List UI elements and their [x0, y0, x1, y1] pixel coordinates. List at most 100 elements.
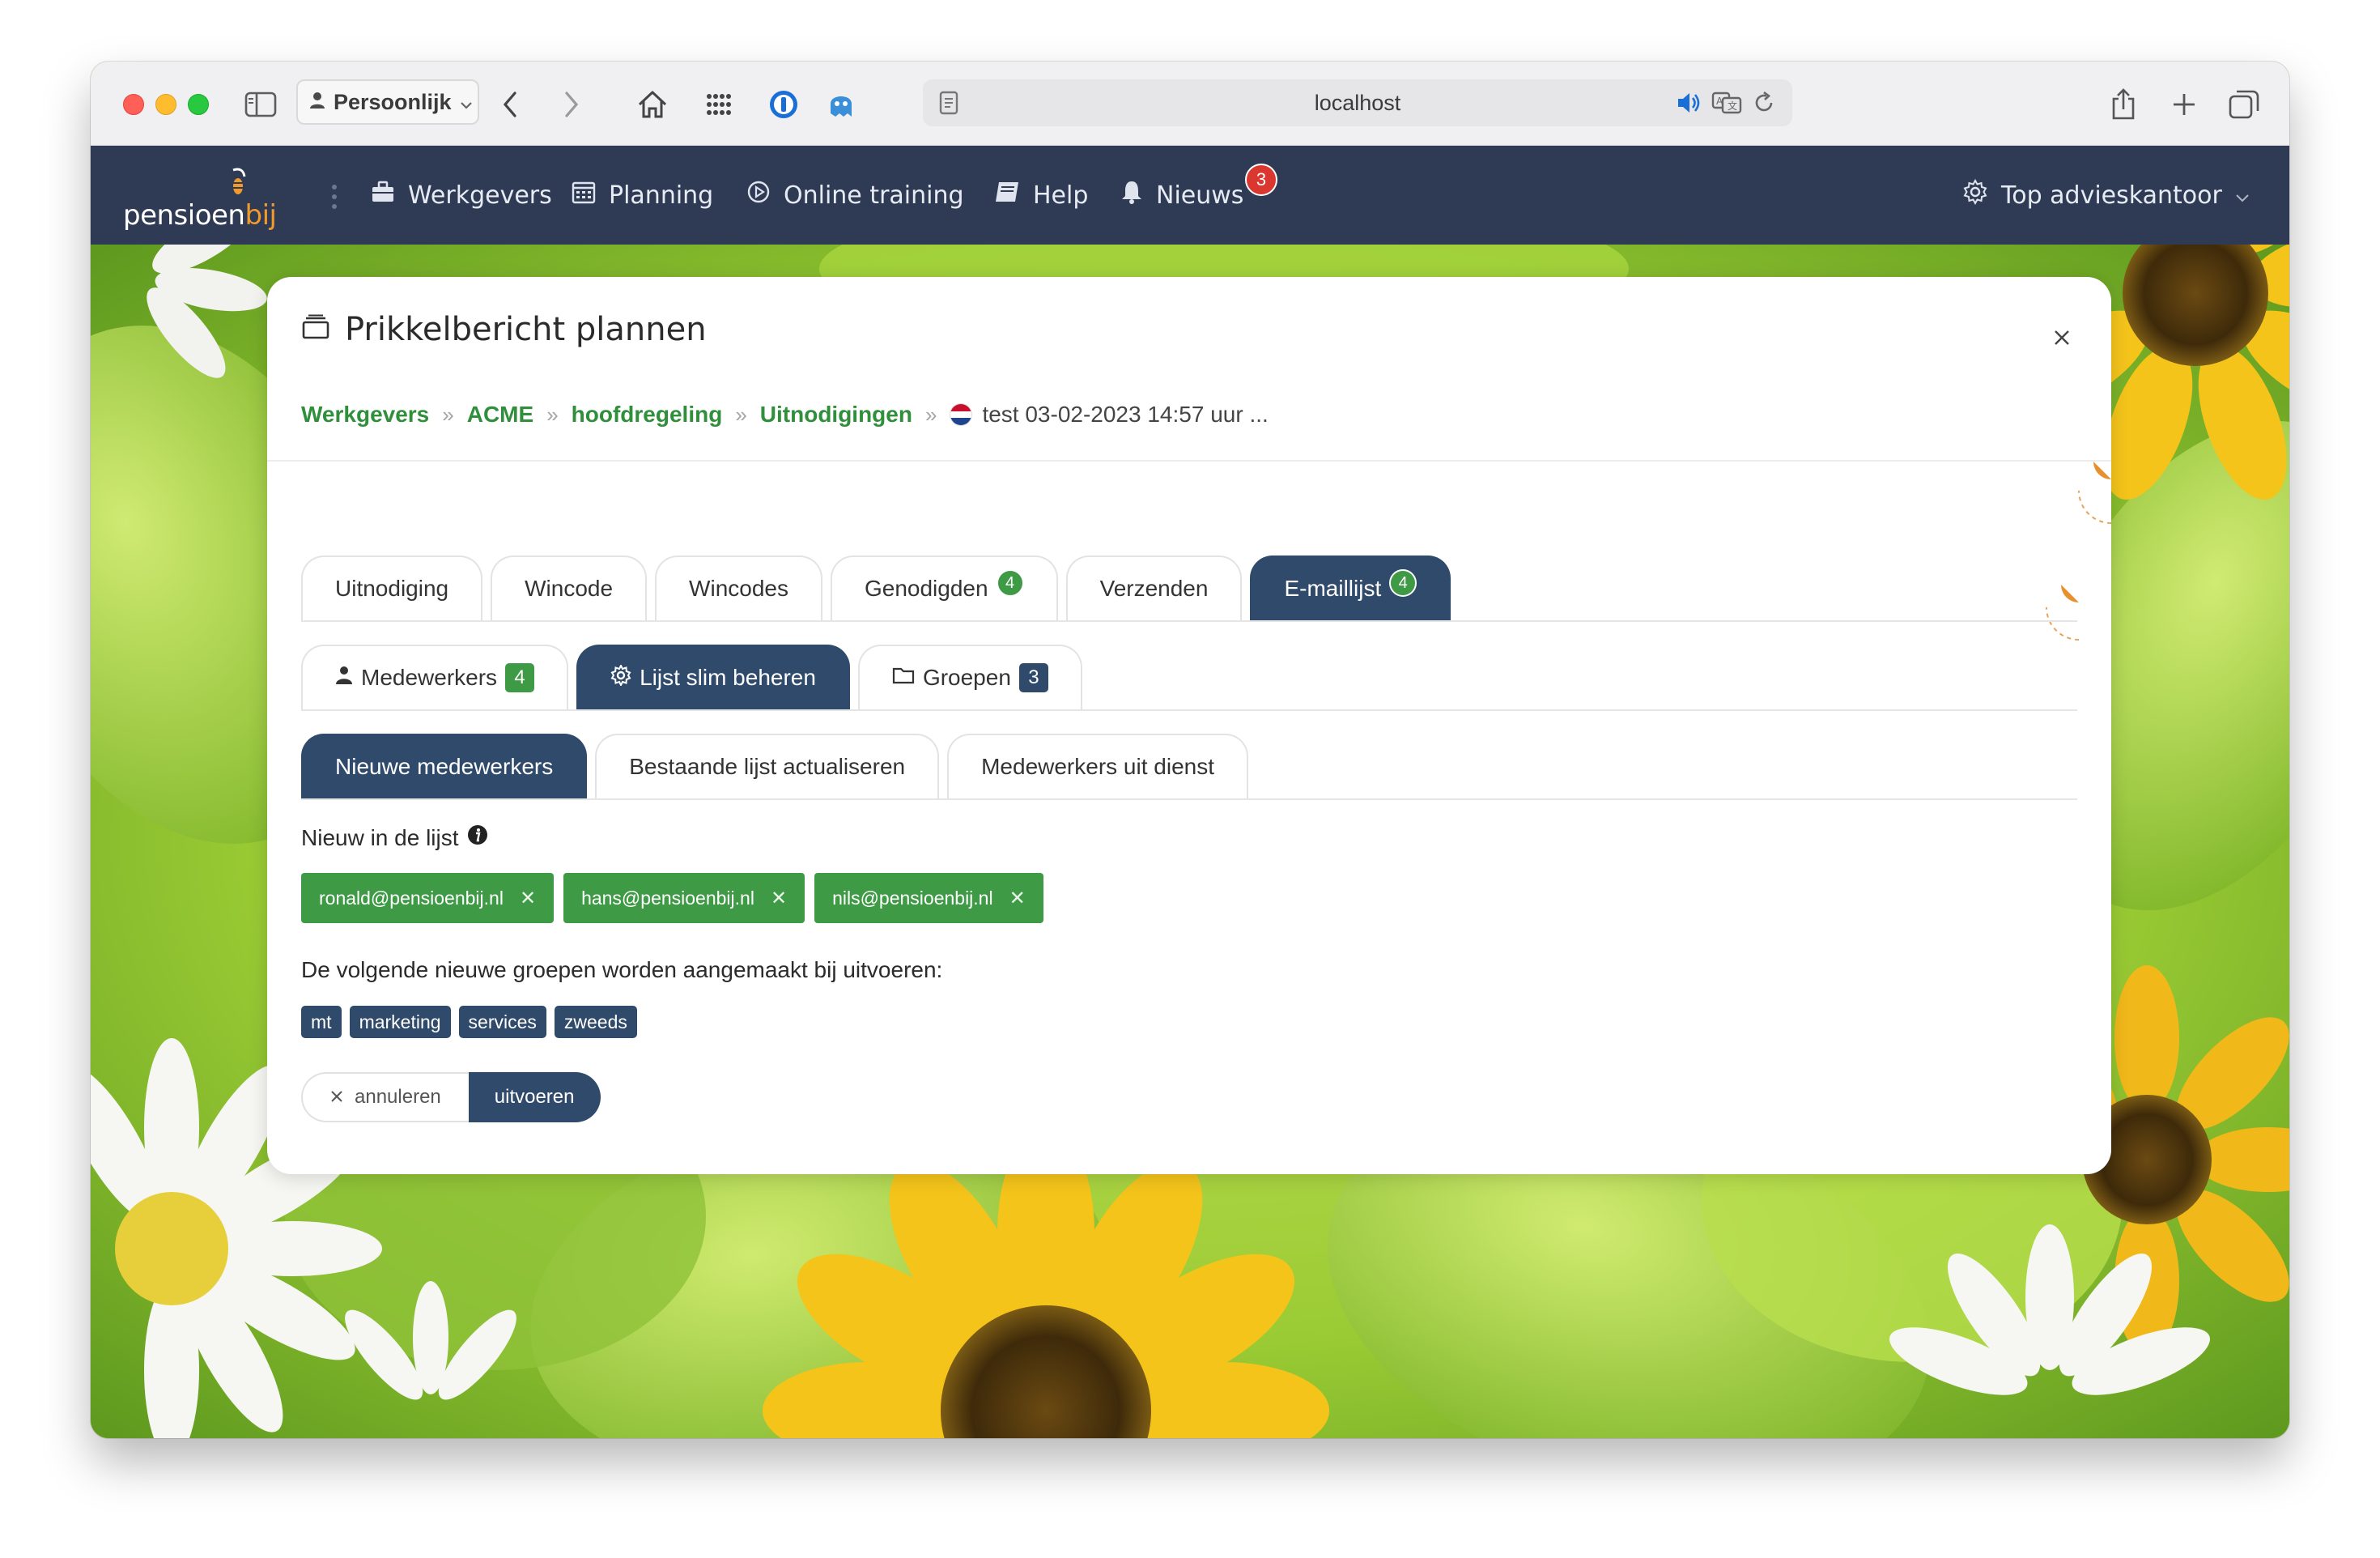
cancel-label: annuleren	[355, 1086, 441, 1108]
ghost-extension-icon[interactable]	[827, 83, 855, 126]
tab-label: Medewerkers uit dienst	[981, 754, 1214, 779]
new-groups-label: De volgende nieuwe groepen worden aangem…	[301, 957, 943, 982]
home-icon[interactable]	[636, 83, 669, 126]
nav-label: Online training	[784, 181, 964, 210]
breadcrumb-werkgevers[interactable]: Werkgevers	[301, 402, 429, 428]
close-icon	[330, 1086, 343, 1109]
close-icon[interactable]	[2048, 324, 2076, 351]
new-in-list-label: Nieuw in de lijst	[301, 824, 488, 851]
remove-icon[interactable]: ✕	[520, 887, 536, 910]
tab-label: Groepen	[922, 665, 1011, 690]
svg-text:文: 文	[1728, 100, 1737, 112]
profile-selector[interactable]: Persoonlijk	[296, 79, 479, 125]
tab-label: Verzenden	[1099, 576, 1209, 601]
header-divider	[267, 460, 2111, 462]
tab-nieuwe-medewerkers[interactable]: Nieuwe medewerkers	[301, 734, 588, 798]
tab-groepen[interactable]: Groepen 3	[857, 645, 1082, 709]
address-bar[interactable]: localhost A文	[923, 79, 1792, 126]
new-in-list-text: Nieuw in de lijst	[301, 824, 459, 850]
drag-handle-icon[interactable]	[330, 183, 338, 215]
group-tag: services	[458, 1006, 546, 1038]
tab-medewerkers-uit-dienst[interactable]: Medewerkers uit dienst	[947, 734, 1248, 798]
speaker-icon[interactable]	[1676, 91, 1702, 121]
tab-lijst-slim-beheren[interactable]: Lijst slim beheren	[576, 645, 850, 709]
execute-label: uitvoeren	[494, 1086, 575, 1108]
nav-werkgevers[interactable]: Werkgevers	[371, 146, 552, 245]
browser-toolbar: Persoonlijk localhost A 文	[91, 62, 2289, 146]
breadcrumb: Werkgevers » ACME » hoofdregeling » Uitn…	[301, 402, 1269, 428]
remove-icon[interactable]: ✕	[1009, 887, 1026, 910]
remove-icon[interactable]: ✕	[771, 887, 787, 910]
modal-title-text: Prikkelbericht plannen	[345, 311, 707, 348]
logo-text: pensioenbij	[123, 199, 277, 232]
action-buttons: annuleren uitvoeren	[301, 1072, 601, 1122]
reload-icon[interactable]	[1752, 91, 1776, 121]
nav-label: Werkgevers	[408, 181, 552, 210]
tab-label: Bestaande lijst actualiseren	[629, 754, 906, 779]
tab-genodigden[interactable]: Genodigden 4	[830, 556, 1058, 620]
tab-bestaande-lijst-actualiseren[interactable]: Bestaande lijst actualiseren	[595, 734, 940, 798]
sub-tabs: Medewerkers 4 Lijst slim beheren Groepen…	[301, 645, 1082, 709]
bell-icon	[1120, 180, 1143, 211]
tab-uitnodiging[interactable]: Uitnodiging	[301, 556, 483, 620]
nav-nieuws[interactable]: Nieuws	[1120, 146, 1243, 245]
cancel-button[interactable]: annuleren	[301, 1072, 469, 1122]
calendar-icon	[572, 180, 596, 211]
new-tab-icon[interactable]	[2171, 83, 2197, 126]
chevron-down-icon	[460, 90, 473, 115]
tab-overview-icon[interactable]	[2228, 83, 2260, 126]
breadcrumb-hoofdregeling[interactable]: hoofdregeling	[572, 402, 723, 428]
breadcrumb-uitnodigingen[interactable]: Uitnodigingen	[760, 402, 912, 428]
app-header: pensioenbij Werkgevers Planning Online t…	[91, 146, 2289, 245]
execute-button[interactable]: uitvoeren	[468, 1072, 601, 1122]
dutch-flag-icon	[950, 403, 973, 426]
url-text: localhost	[1314, 90, 1401, 115]
tab-label: E-maillijst	[1284, 576, 1382, 601]
group-tag: marketing	[349, 1006, 451, 1038]
group-tag: mt	[301, 1006, 342, 1038]
minimize-window-button[interactable]	[155, 94, 176, 115]
loading-ring-icon	[2046, 585, 2079, 641]
close-window-button[interactable]	[123, 94, 144, 115]
browser-window: Persoonlijk localhost A 文 pensioenbij We…	[91, 62, 2289, 1438]
breadcrumb-acme[interactable]: ACME	[467, 402, 533, 428]
play-circle-icon	[746, 180, 771, 211]
info-icon[interactable]	[467, 824, 488, 851]
back-icon[interactable]	[500, 83, 520, 126]
grid-apps-icon[interactable]	[704, 83, 733, 126]
count-badge: 4	[1389, 569, 1417, 597]
nav-planning[interactable]: Planning	[572, 146, 713, 245]
nav-label: Help	[1033, 181, 1089, 210]
briefcase-icon	[371, 181, 395, 210]
tab-wincode[interactable]: Wincode	[491, 556, 648, 620]
email-chip: hans@pensioenbij.nl ✕	[563, 873, 805, 923]
password-manager-icon[interactable]	[767, 83, 800, 126]
tab-verzenden[interactable]: Verzenden	[1065, 556, 1243, 620]
tab-divider	[301, 620, 2077, 622]
email-text: nils@pensioenbij.nl	[832, 887, 993, 909]
forward-icon[interactable]	[562, 83, 581, 126]
zoom-window-button[interactable]	[188, 94, 209, 115]
translate-icon[interactable]: A文	[1711, 91, 1742, 121]
tab-wincodes[interactable]: Wincodes	[655, 556, 822, 620]
action-tabs: Nieuwe medewerkers Bestaande lijst actua…	[301, 734, 1248, 798]
nav-online-training[interactable]: Online training	[746, 146, 964, 245]
person-icon	[309, 90, 325, 115]
tab-medewerkers[interactable]: Medewerkers 4	[301, 645, 569, 709]
tab-label: Genodigden	[864, 576, 988, 601]
tab-divider	[301, 709, 2077, 711]
count-badge: 4	[996, 569, 1024, 597]
sidebar-toggle-icon[interactable]	[244, 83, 277, 126]
page-icon	[939, 91, 958, 121]
book-icon	[994, 181, 1020, 210]
account-menu[interactable]: Top advieskantoor	[1962, 146, 2250, 245]
svg-text:A: A	[1716, 96, 1723, 107]
schedule-message-modal: Prikkelbericht plannen Werkgevers » ACME…	[267, 277, 2111, 1174]
chevron-down-icon	[2235, 181, 2250, 210]
tab-e-maillijst[interactable]: E-maillijst 4	[1250, 556, 1451, 620]
tab-label: Nieuwe medewerkers	[335, 754, 554, 779]
share-icon[interactable]	[2110, 83, 2137, 126]
email-text: hans@pensioenbij.nl	[581, 887, 754, 909]
nav-help[interactable]: Help	[994, 146, 1088, 245]
nav-label: Nieuws	[1156, 181, 1244, 210]
